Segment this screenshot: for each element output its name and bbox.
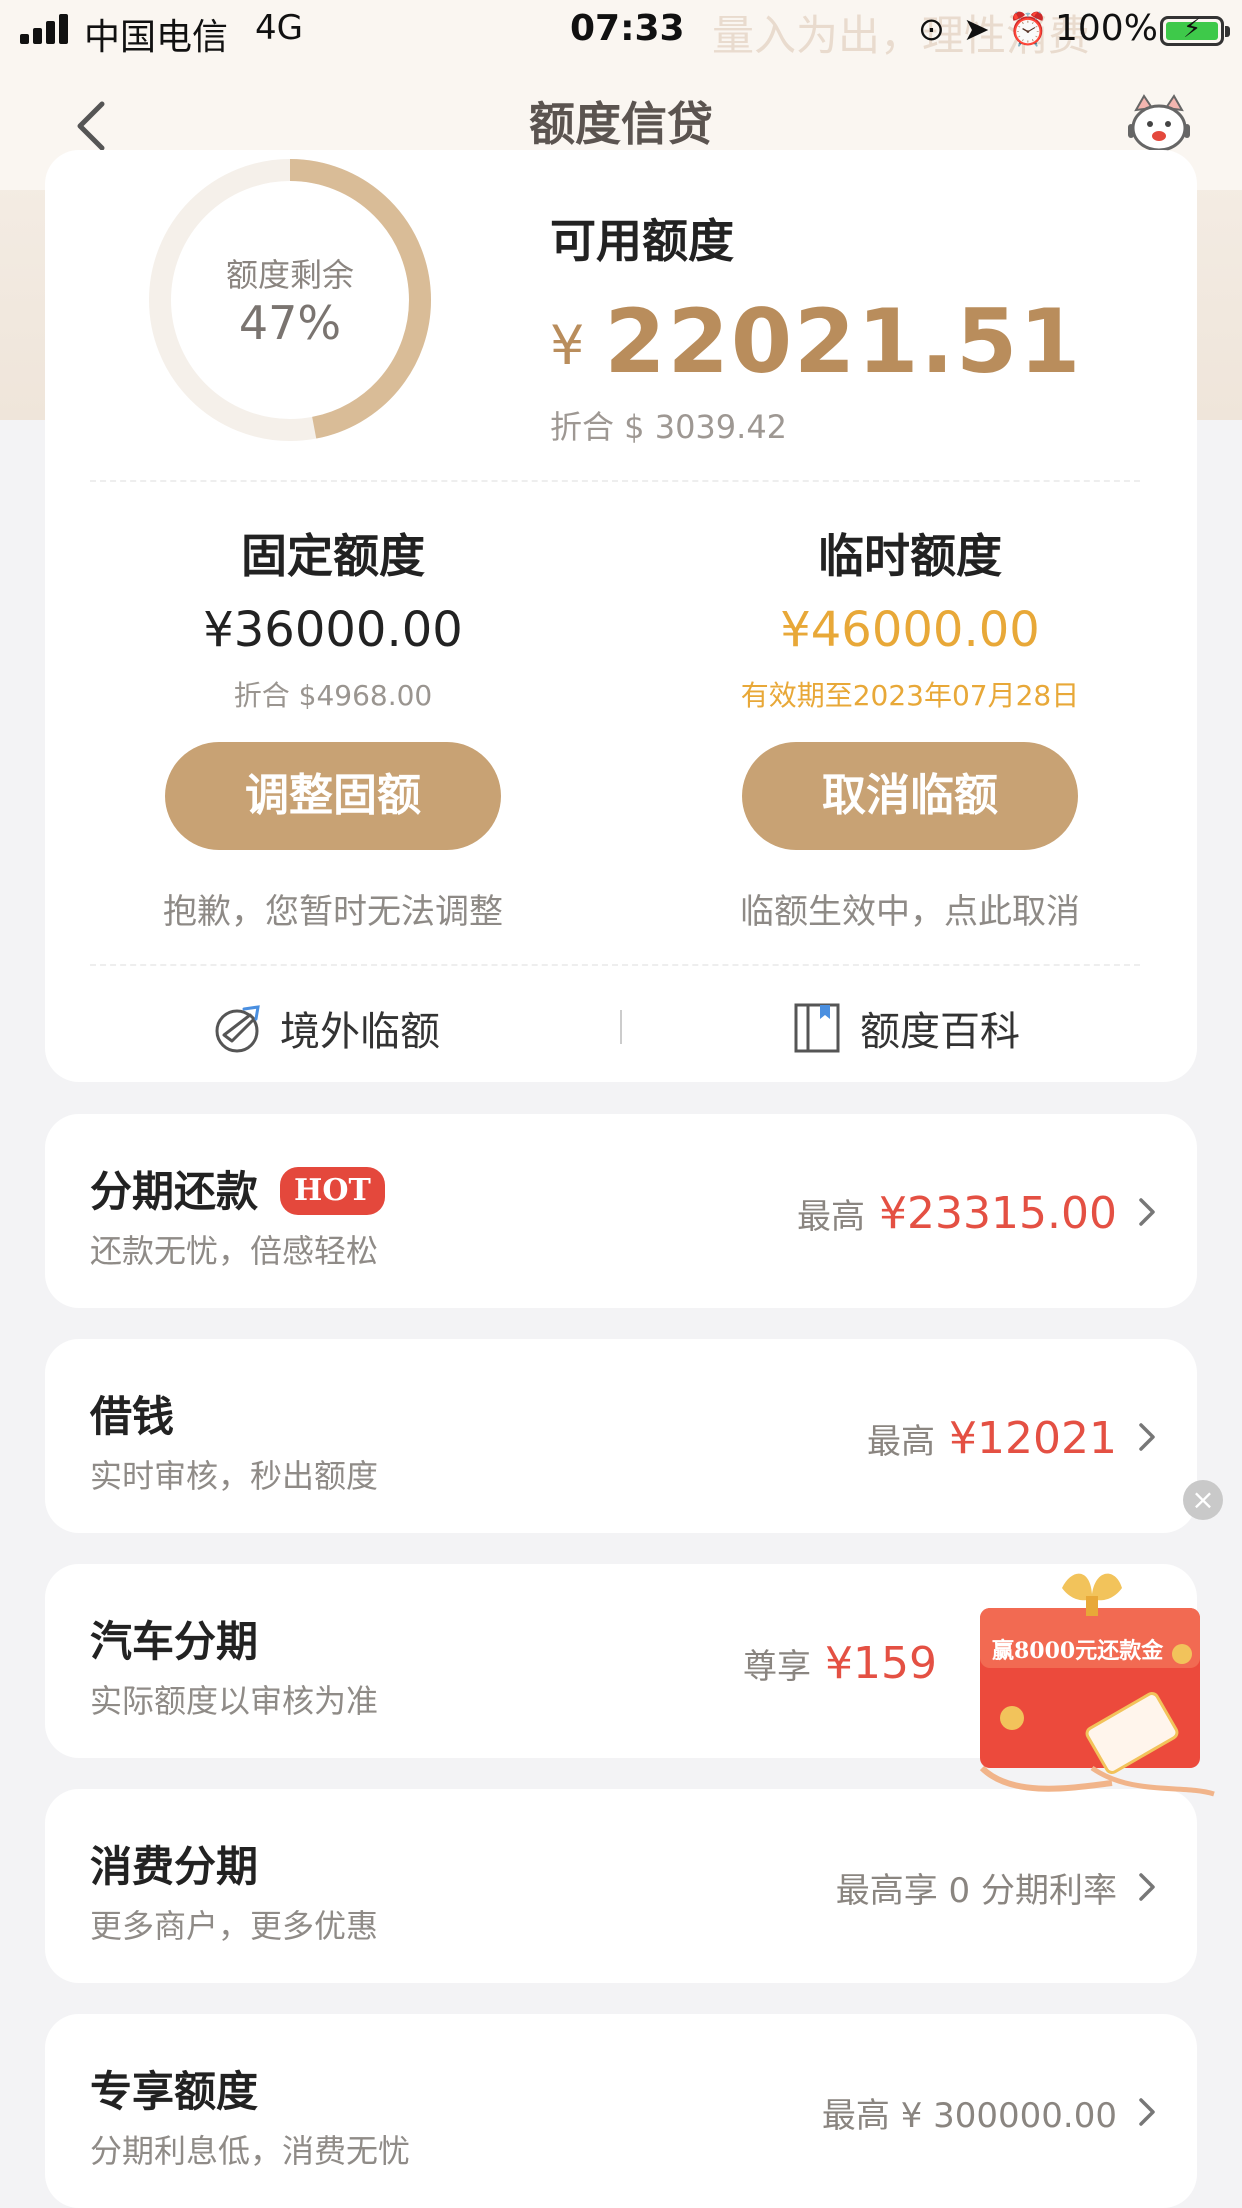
temp-credit-amount: ¥46000.00	[780, 602, 1040, 658]
hot-badge: HOT	[280, 1167, 385, 1215]
orientation-lock-icon: ⊙	[918, 10, 945, 48]
available-amount-value: 22021.51	[604, 290, 1083, 393]
adjust-fixed-button[interactable]: 调整固额	[165, 742, 501, 850]
chevron-right-icon	[1139, 1198, 1155, 1226]
status-bar: 中国电信 4G 量入为出，理性消费 07:33 ⊙ ➤ ⏰ 100% ⚡	[0, 0, 1242, 62]
row-subtitle: 实际额度以审核为准	[90, 1682, 379, 1720]
row-value: ¥12021	[949, 1413, 1117, 1464]
fixed-credit-amount: ¥36000.00	[203, 602, 463, 658]
divider	[90, 964, 1140, 966]
row-value-text: 最高享 0 分期利率	[835, 1871, 1117, 1911]
row-value-text: 最高 ¥ 300000.00	[821, 2096, 1117, 2136]
row-value-area: 最高 ¥ 300000.00	[822, 2088, 1117, 2137]
credit-wiki-link[interactable]: 额度百科	[790, 998, 1020, 1058]
fixed-credit-fx: 折合 $4968.00	[233, 679, 433, 712]
row-subtitle: 实时审核，秒出额度	[90, 1457, 379, 1495]
row-value-prefix: 最高	[797, 1197, 866, 1237]
temp-credit-validity: 有效期至2023年07月28日	[740, 679, 1080, 712]
row-subtitle: 更多商户，更多优惠	[90, 1907, 379, 1945]
row-title-text: 分期还款	[90, 1167, 259, 1216]
list-item-consumer-installment[interactable]: 消费分期 更多商户，更多优惠 最高享 0 分期利率	[45, 1789, 1197, 1983]
row-value-area: 最高享 0 分期利率	[836, 1863, 1117, 1912]
battery-percent: 100%	[1055, 8, 1158, 49]
available-fx: 折合 $ 3039.42	[550, 408, 788, 446]
page-title: 额度信贷	[529, 97, 713, 151]
carrier-label: 中国电信	[84, 17, 229, 58]
available-credit-amount: ¥22021.51	[550, 290, 1082, 393]
clock: 07:33	[570, 8, 685, 49]
row-value-prefix: 最高	[867, 1422, 936, 1462]
list-item-installment-repay[interactable]: 分期还款 HOT 还款无忧，倍感轻松 最高 ¥23315.00	[45, 1114, 1197, 1308]
overseas-temp-link[interactable]: 境外临额	[210, 998, 440, 1058]
row-value: ¥159	[825, 1638, 937, 1689]
alarm-icon: ⏰	[1007, 10, 1048, 48]
currency-symbol: ¥	[550, 314, 585, 377]
row-subtitle: 分期利息低，消费无忧	[90, 2132, 411, 2170]
location-icon: ➤	[962, 10, 990, 48]
row-value: ¥23315.00	[879, 1188, 1117, 1239]
mascot-button[interactable]	[1126, 94, 1192, 154]
battery-icon: ⚡	[1160, 14, 1230, 46]
divider	[90, 480, 1140, 482]
fixed-credit-title: 固定额度	[241, 529, 425, 583]
promo-red-envelope[interactable]: 赢8000元还款金	[952, 1568, 1234, 1798]
list-item-borrow[interactable]: 借钱 实时审核，秒出额度 最高 ¥12021	[45, 1339, 1197, 1533]
ring-label: 额度剩余	[225, 256, 354, 294]
row-value-area: 最高 ¥23315.00	[797, 1188, 1117, 1239]
row-title: 借钱	[90, 1392, 175, 1441]
cancel-temp-button[interactable]: 取消临额	[742, 742, 1078, 850]
row-title: 分期还款 HOT	[90, 1158, 385, 1219]
credit-wiki-label: 额度百科	[860, 1009, 1020, 1055]
temp-credit-column: 临时额度 ¥46000.00 有效期至2023年07月28日 取消临额 临额生效…	[680, 520, 1140, 933]
ring-value: 47%	[238, 296, 342, 350]
available-credit-title: 可用额度	[550, 214, 734, 268]
overseas-temp-label: 境外临额	[280, 1009, 440, 1055]
row-value-area: 尊享 ¥159	[743, 1638, 937, 1689]
network-label: 4G	[255, 8, 303, 48]
status-icons: ⊙ ➤ ⏰	[918, 10, 1048, 48]
chevron-right-icon	[1139, 1873, 1155, 1901]
charging-icon: ⚡	[1183, 14, 1202, 44]
row-title: 消费分期	[90, 1842, 259, 1891]
plane-globe-icon	[215, 1005, 260, 1053]
quick-links: 境外临额 额度百科	[45, 980, 1197, 1080]
row-title: 专享额度	[90, 2067, 259, 2116]
row-value-area: 最高 ¥12021	[867, 1413, 1117, 1464]
cat-mascot-icon	[1128, 94, 1190, 152]
list-item-exclusive-credit[interactable]: 专享额度 分期利息低，消费无忧 最高 ¥ 300000.00	[45, 2014, 1197, 2208]
row-subtitle: 还款无忧，倍感轻松	[90, 1232, 379, 1270]
book-icon	[794, 1003, 840, 1053]
link-separator	[620, 1010, 622, 1044]
chevron-right-icon	[1139, 1423, 1155, 1451]
temp-credit-title: 临时额度	[818, 529, 1002, 583]
promo-close-button[interactable]: ×	[1183, 1480, 1223, 1520]
chevron-right-icon	[1139, 2098, 1155, 2126]
temp-credit-note[interactable]: 临额生效中，点此取消	[680, 884, 1140, 933]
fixed-credit-note: 抱歉，您暂时无法调整	[163, 892, 503, 932]
signal-icon	[20, 14, 72, 44]
row-value-prefix: 尊享	[743, 1647, 812, 1687]
fixed-credit-column: 固定额度 ¥36000.00 折合 $4968.00 调整固额 抱歉，您暂时无法…	[103, 520, 563, 933]
row-title: 汽车分期	[90, 1617, 259, 1666]
promo-text: 赢8000元还款金	[992, 1638, 1164, 1664]
